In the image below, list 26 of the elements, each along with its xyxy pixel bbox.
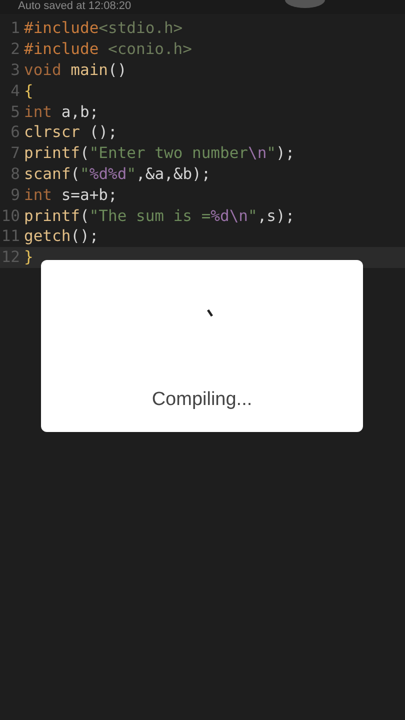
autosave-status: Auto saved at 12:08:20 — [18, 0, 132, 12]
line-number: 1 — [10, 19, 20, 38]
line-number: 10 — [0, 206, 20, 225]
code-line: int a,b; — [24, 102, 99, 121]
code-line: int s=a+b; — [24, 186, 118, 204]
code-line: } — [24, 248, 34, 266]
code-line: { — [24, 82, 34, 100]
line-number: 9 — [10, 186, 20, 204]
line-number: 3 — [10, 60, 20, 79]
code-line: #include <conio.h> — [24, 40, 192, 58]
line-number: 5 — [10, 102, 20, 121]
line-number: 6 — [10, 123, 20, 142]
code-line: scanf("%d%d",&a,&b); — [24, 164, 211, 183]
code-line: getch(); — [24, 227, 99, 246]
line-number: 7 — [10, 144, 20, 162]
spinner-icon — [207, 309, 213, 317]
line-number: 11 — [0, 227, 20, 246]
code-line: #include<stdio.h> — [24, 19, 183, 38]
code-line: printf("The sum is =%d\n",s); — [24, 206, 295, 225]
dialog-message: Compiling... — [152, 389, 252, 411]
line-number: 2 — [10, 40, 20, 58]
code-line: clrscr (); — [24, 123, 118, 142]
line-number: 4 — [10, 82, 20, 100]
code-line: printf("Enter two number\n"); — [24, 144, 295, 162]
line-number: 8 — [10, 164, 20, 183]
code-line: void main() — [24, 60, 127, 79]
